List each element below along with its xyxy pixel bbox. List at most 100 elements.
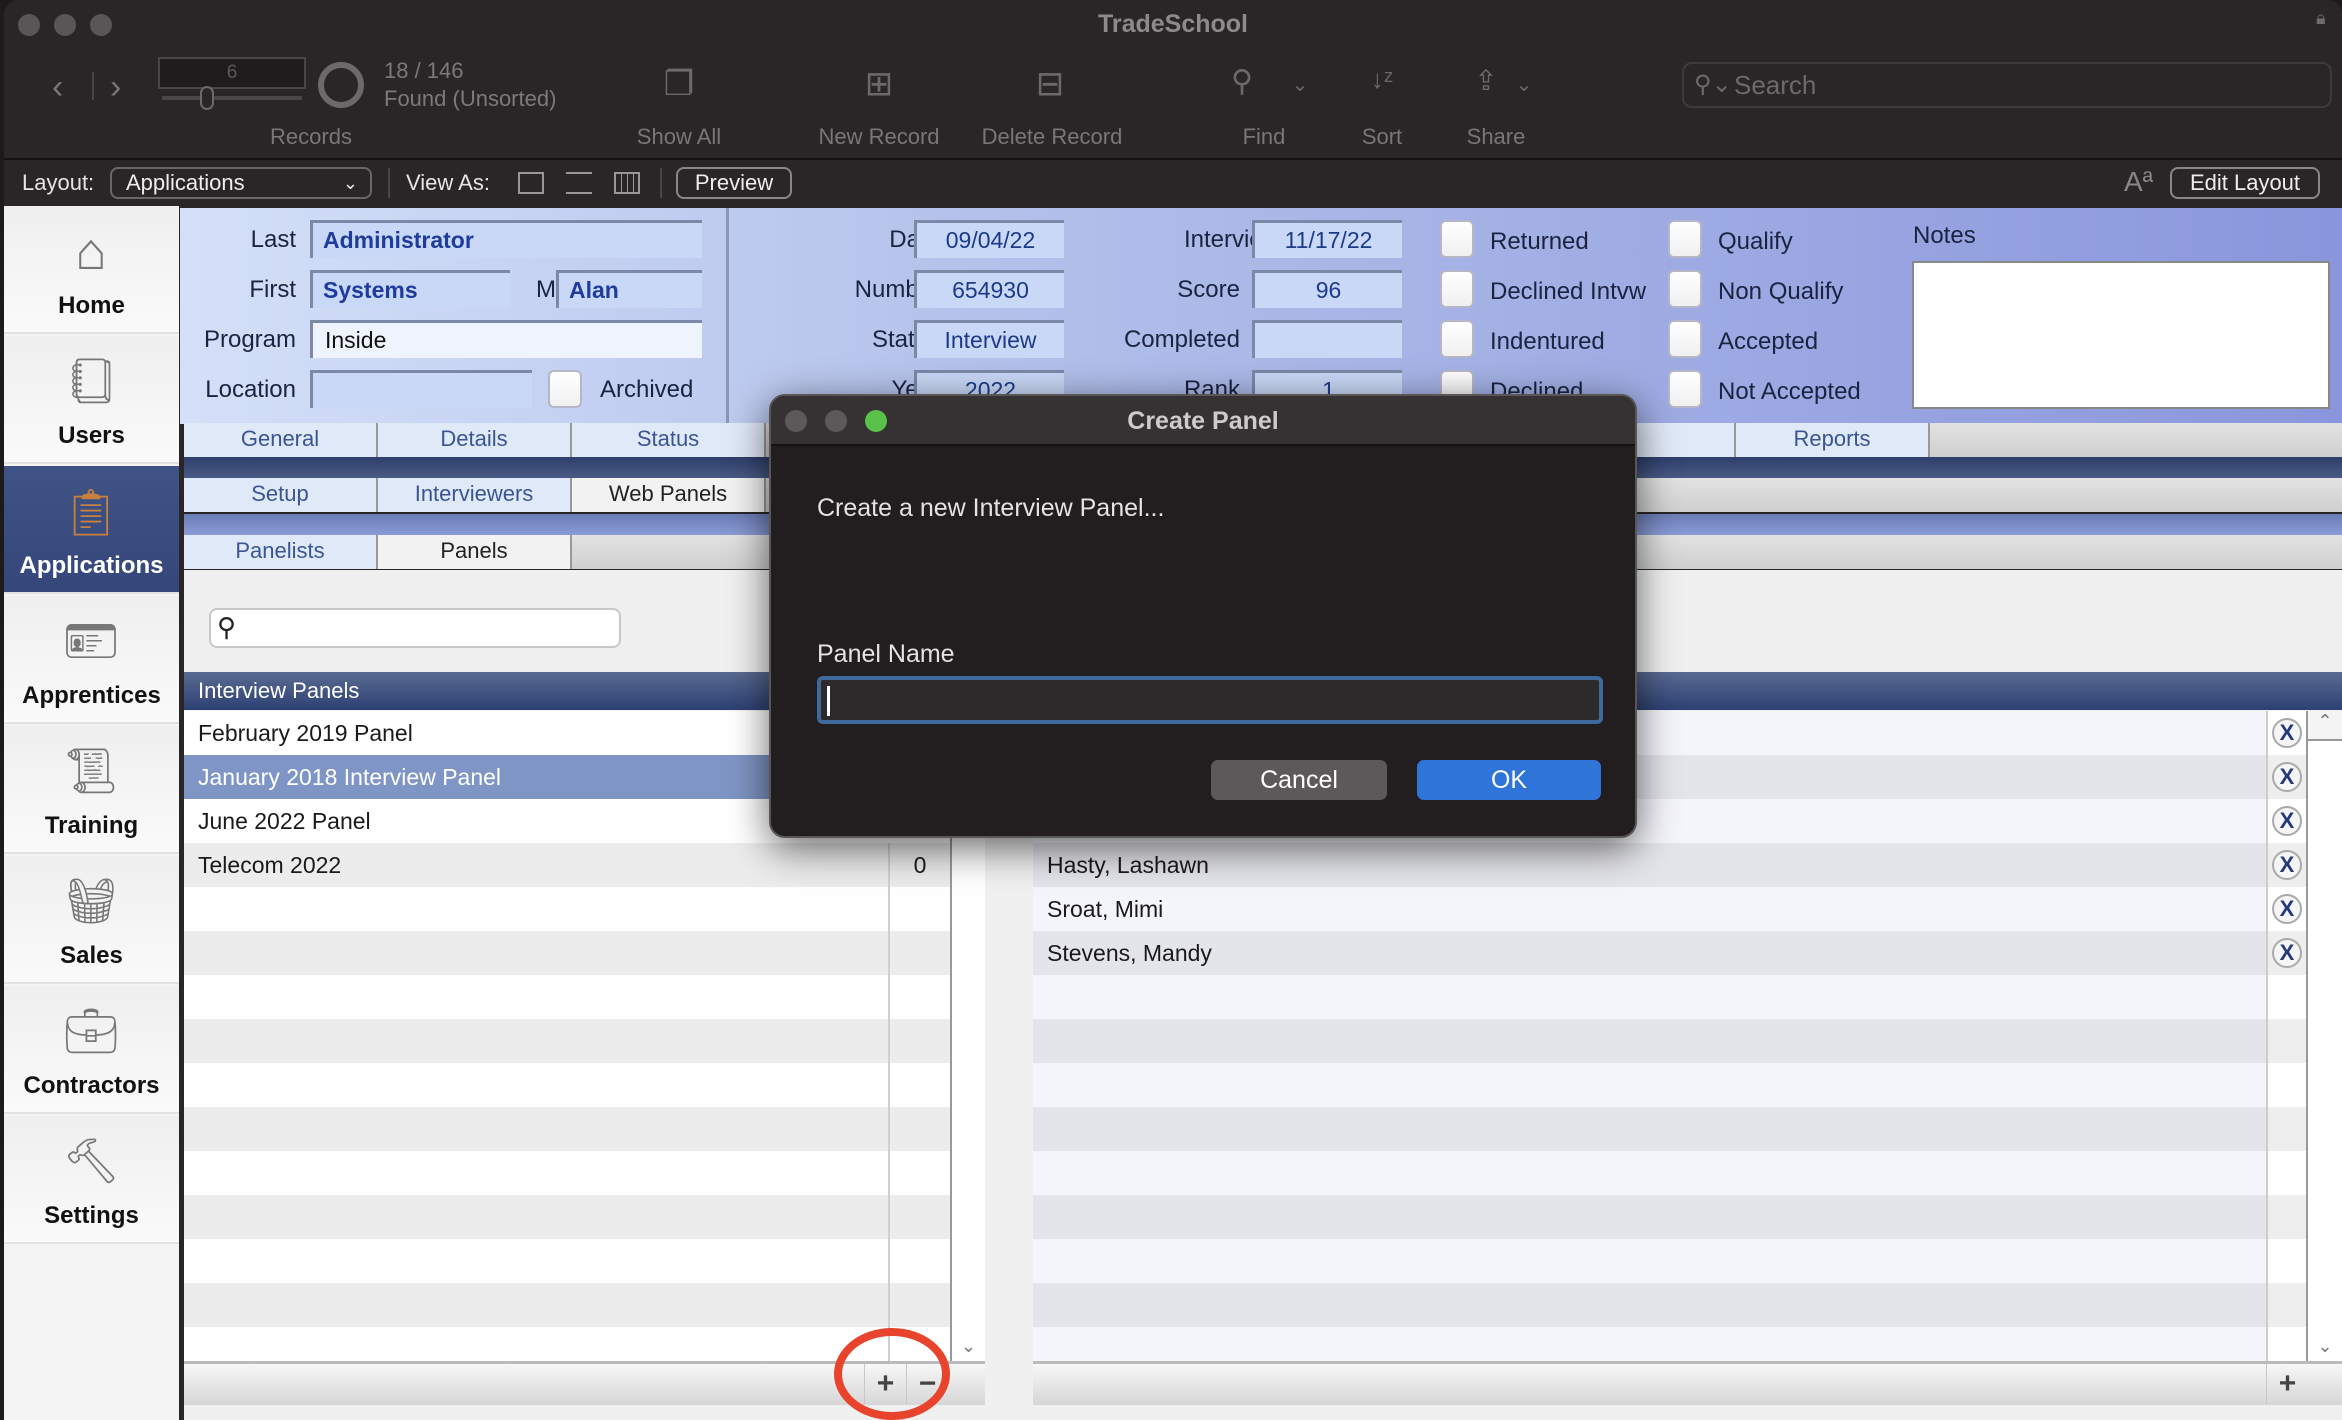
interview-date-field[interactable]: 11/17/22 [1252, 220, 1402, 258]
edit-layout-button[interactable]: Edit Layout [2170, 167, 2320, 199]
program-label: Program [203, 326, 296, 353]
title-bar: TradeSchool 🔒︎ [4, 0, 2342, 50]
list-item[interactable]: Sroat, Mimi [1033, 887, 2266, 931]
middle-name-field[interactable]: Alan [556, 270, 702, 308]
interview-label: Interview [1183, 226, 1280, 253]
score-field[interactable]: 96 [1252, 270, 1402, 308]
accepted-checkbox[interactable] [1668, 320, 1702, 358]
scroll-down-icon[interactable]: ⌄ [952, 1336, 985, 1357]
panelist-name: Hasty, Lashawn [1047, 852, 1209, 878]
middle-label: M [536, 276, 556, 303]
tab-status[interactable]: Status [572, 423, 766, 457]
show-all-icon: ❐ [663, 65, 695, 103]
tab-panelists[interactable]: Panelists [184, 535, 378, 569]
number-field[interactable]: 654930 [914, 270, 1064, 308]
annotation-circle [834, 1328, 950, 1420]
returned-checkbox[interactable] [1440, 220, 1474, 258]
tab-setup[interactable]: Setup [184, 478, 378, 512]
divider [388, 168, 390, 198]
remove-panelist-button[interactable]: X [2272, 806, 2302, 836]
sidebar-item-contractors[interactable]: 💼︎ Contractors [4, 986, 179, 1114]
remove-panelist-button[interactable]: X [2272, 718, 2302, 748]
list-item[interactable]: Hasty, Lashawn [1033, 843, 2266, 887]
sidebar-item-users[interactable]: 📒︎ Users [4, 336, 179, 464]
sidebar-item-sales[interactable]: 🧺︎ Sales [4, 856, 179, 984]
previous-record-icon[interactable]: ‹ [52, 68, 63, 107]
panel-search-input[interactable]: ⚲ [209, 608, 621, 648]
dialog-title: Create Panel [771, 396, 1635, 446]
notes-field[interactable] [1912, 261, 2330, 409]
status-field[interactable]: Interview [914, 320, 1064, 358]
add-panelist-button[interactable]: + [2266, 1364, 2308, 1404]
next-record-icon[interactable]: › [110, 68, 121, 107]
indentured-checkbox[interactable] [1440, 320, 1474, 358]
create-panel-dialog: Create Panel Create a new Interview Pane… [769, 394, 1637, 838]
dialog-close-button[interactable] [785, 410, 807, 432]
record-slider-handle[interactable] [200, 86, 214, 110]
records-label: Records [270, 124, 352, 149]
text-size-icon[interactable]: Aª [2124, 166, 2153, 198]
sidebar-item-applications[interactable]: 📋︎ Applications [4, 466, 179, 594]
remove-panelist-button[interactable]: X [2272, 894, 2302, 924]
plus-square-icon: ⊞ [864, 65, 894, 103]
date-field[interactable]: 09/04/22 [914, 220, 1064, 258]
toolbar: ‹ › 6 18 / 146 Found (Unsorted) Records … [4, 50, 2342, 158]
archived-checkbox[interactable] [548, 370, 582, 408]
location-field[interactable] [310, 370, 532, 408]
remove-panelist-button[interactable]: X [2272, 938, 2302, 968]
sidebar-item-training[interactable]: 📜︎ Training [4, 726, 179, 854]
scroll-up-icon[interactable]: ⌃ [2308, 711, 2342, 741]
preview-button[interactable]: Preview [676, 167, 792, 199]
minus-square-icon: ⊟ [1035, 65, 1065, 103]
tab-interviewers[interactable]: Interviewers [378, 478, 572, 512]
ok-button[interactable]: OK [1417, 760, 1601, 800]
sidebar-item-apprentices[interactable]: 🪪︎ Apprentices [4, 596, 179, 724]
remove-panelist-button[interactable]: X [2272, 762, 2302, 792]
dialog-minimize-button[interactable] [825, 410, 847, 432]
delete-record-label: Delete Record [981, 124, 1123, 149]
share-menu-chevron-icon[interactable]: ⌄ [1512, 72, 1536, 97]
view-as-form-icon[interactable] [518, 172, 544, 194]
remove-panelist-button[interactable]: X [2272, 850, 2302, 880]
declined-intvw-checkbox[interactable] [1440, 270, 1474, 308]
record-number-field[interactable]: 6 [158, 57, 306, 89]
view-as-list-icon[interactable] [566, 172, 592, 194]
scroll-down-icon[interactable]: ⌄ [2308, 1336, 2342, 1357]
list-item[interactable]: Telecom 2022 0 [184, 843, 950, 887]
find-menu-chevron-icon[interactable]: ⌄ [1288, 72, 1312, 97]
search-placeholder: Search [1734, 70, 1817, 100]
program-field[interactable]: Inside [310, 320, 702, 358]
dialog-zoom-button[interactable] [865, 410, 887, 432]
sort-az-icon: ↓ᶻ [1370, 64, 1394, 94]
non-qualify-checkbox[interactable] [1668, 270, 1702, 308]
list-item[interactable]: Stevens, Mandy [1033, 931, 2266, 975]
nav-divider [92, 72, 94, 100]
panel-name: June 2022 Panel [198, 808, 371, 834]
tab-web-panels[interactable]: Web Panels [572, 478, 766, 512]
layout-bar: Layout: Applications ⌄ View As: Preview … [4, 158, 2342, 206]
panelist-list-scrollbar[interactable]: ⌃ ⌄ [2306, 711, 2342, 1361]
cancel-button[interactable]: Cancel [1211, 760, 1387, 800]
tab-details[interactable]: Details [378, 423, 572, 457]
sidebar-item-settings[interactable]: 🔨︎ Settings [4, 1116, 179, 1244]
last-name-field[interactable]: Administrator [310, 220, 702, 258]
last-label: Last [250, 226, 296, 253]
panel-name-input[interactable] [817, 676, 1603, 724]
tab-general[interactable]: General [184, 423, 378, 457]
record-slider[interactable] [162, 96, 302, 100]
location-label: Location [205, 376, 296, 403]
sidebar-item-home[interactable]: ⌂ Home [4, 206, 179, 334]
view-as-table-icon[interactable] [614, 172, 640, 194]
found-status: Found (Unsorted) [384, 86, 557, 111]
quick-find-search-input[interactable]: ⚲⌄ Search [1682, 62, 2332, 108]
not-accepted-checkbox[interactable] [1668, 370, 1702, 408]
qualify-checkbox[interactable] [1668, 220, 1702, 258]
completed-field[interactable] [1252, 320, 1402, 358]
tab-panels[interactable]: Panels [378, 535, 572, 569]
first-name-field[interactable]: Systems [310, 270, 510, 308]
layout-select[interactable]: Applications ⌄ [110, 167, 372, 199]
sidebar-item-label: Apprentices [22, 682, 161, 709]
tab-reports[interactable]: Reports [1736, 423, 1930, 457]
lock-icon[interactable]: 🔒︎ [2316, 8, 2332, 34]
remove-column: X X X X X X [2266, 711, 2306, 1361]
